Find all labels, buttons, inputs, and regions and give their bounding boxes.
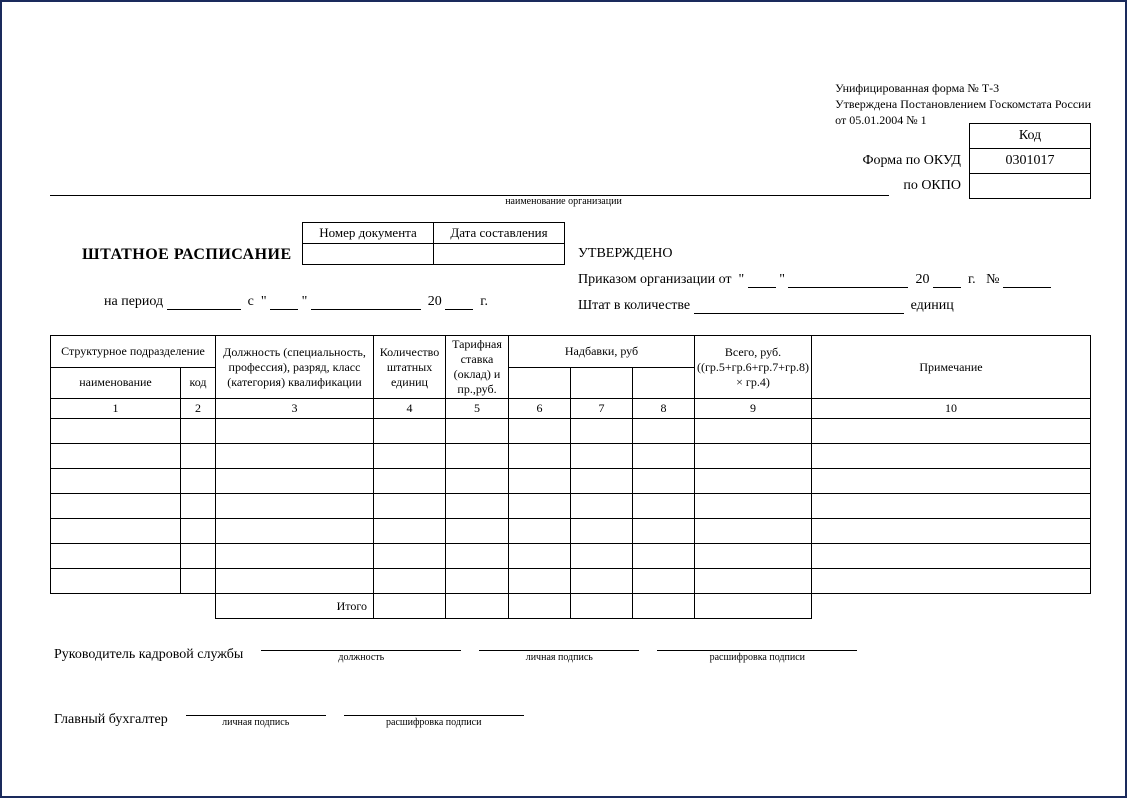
col-allowances: Надбавки, руб xyxy=(509,336,695,368)
okud-value: 0301017 xyxy=(970,149,1091,174)
order-day[interactable] xyxy=(748,272,776,288)
period-year-prefix: 20 xyxy=(428,294,442,309)
order-prefix: Приказом организации от xyxy=(578,272,732,287)
chief-acc-label: Главный бухгалтер xyxy=(54,712,168,728)
period-value[interactable] xyxy=(167,294,241,310)
doc-num-value[interactable] xyxy=(303,244,434,265)
period-year[interactable] xyxy=(445,294,473,310)
q-open: " xyxy=(261,294,267,309)
table-total-row: Итого xyxy=(51,594,1091,619)
order-no[interactable] xyxy=(1003,272,1051,288)
doc-num-header: Номер документа xyxy=(303,223,434,244)
col-rate: Тарифная ставка (оклад) и пр.,руб. xyxy=(446,336,509,399)
table-row[interactable] xyxy=(51,444,1091,469)
main-table: Структурное подразделение Должность (спе… xyxy=(50,335,1091,619)
col-note: Примечание xyxy=(811,336,1090,399)
staff-qty[interactable] xyxy=(694,298,904,314)
order-year[interactable] xyxy=(933,272,961,288)
order-no-label: № xyxy=(986,272,999,287)
doc-date-value[interactable] xyxy=(434,244,565,265)
okud-okpo-block: Код Форма по ОКУД 0301017 по ОКПО xyxy=(854,123,1091,199)
col-total: Всего, руб. ((гр.5+гр.6+гр.7+гр.8) × гр.… xyxy=(695,336,812,399)
approved-word: УТВЕРЖДЕНО xyxy=(578,246,1051,262)
signature-block: Руководитель кадровой службы должность л… xyxy=(54,634,1074,764)
organization-caption: наименование организации xyxy=(2,196,1125,207)
period-line: на период с " " 20 г. xyxy=(104,294,488,310)
document-title: ШТАТНОЕ РАСПИСАНИЕ xyxy=(82,246,292,264)
cap-signature2: личная подпись xyxy=(222,717,289,728)
okud-label: Форма по ОКУД xyxy=(854,149,969,174)
cap-position: должность xyxy=(338,652,384,663)
column-number-row: 1 2 3 4 5 6 7 8 9 10 xyxy=(51,399,1091,419)
order-month[interactable] xyxy=(788,272,908,288)
hr-head-sign-row: Руководитель кадровой службы должность л… xyxy=(54,634,1074,663)
table-row[interactable] xyxy=(51,544,1091,569)
col-allow2 xyxy=(571,367,633,399)
period-s: с xyxy=(248,294,254,309)
chief-acc-signature[interactable] xyxy=(186,699,326,716)
q-close: " xyxy=(302,294,308,309)
col-name: наименование xyxy=(51,367,181,399)
table-row[interactable] xyxy=(51,419,1091,444)
table-row[interactable] xyxy=(51,494,1091,519)
hr-head-decipher[interactable] xyxy=(657,634,857,651)
doc-date-header: Дата составления xyxy=(434,223,565,244)
col-allow1 xyxy=(509,367,571,399)
period-prefix: на период xyxy=(104,294,163,309)
hr-head-signature[interactable] xyxy=(479,634,639,651)
form-line1: Унифицированная форма № Т-3 xyxy=(835,80,1091,96)
col-allow3 xyxy=(633,367,695,399)
cap-signature: личная подпись xyxy=(526,652,593,663)
approved-block: УТВЕРЖДЕНО Приказом организации от " " 2… xyxy=(578,246,1051,314)
table-row[interactable] xyxy=(51,469,1091,494)
period-month[interactable] xyxy=(311,294,421,310)
col-qty: Количество штатных единиц xyxy=(374,336,446,399)
total-label: Итого xyxy=(216,594,374,619)
doc-number-date-box: Номер документа Дата составления xyxy=(302,222,565,265)
staff-units: единиц xyxy=(911,298,954,313)
col-position: Должность (специальность, профессия), ра… xyxy=(216,336,374,399)
table-row[interactable] xyxy=(51,569,1091,594)
period-year-suffix: г. xyxy=(480,294,488,309)
form-reference: Унифицированная форма № Т-3 Утверждена П… xyxy=(835,80,1091,129)
cap-decipher: расшифровка подписи xyxy=(710,652,805,663)
chief-acc-sign-row: Главный бухгалтер личная подпись расшифр… xyxy=(54,699,1074,728)
col-structural-unit: Структурное подразделение xyxy=(51,336,216,368)
staff-prefix: Штат в количестве xyxy=(578,298,690,313)
okpo-value[interactable] xyxy=(970,174,1091,199)
cap-decipher2: расшифровка подписи xyxy=(386,717,481,728)
form-line2: Утверждена Постановлением Госкомстата Ро… xyxy=(835,96,1091,112)
main-table-wrap: Структурное подразделение Должность (спе… xyxy=(50,335,1091,619)
kod-header: Код xyxy=(970,124,1091,149)
hr-head-label: Руководитель кадровой службы xyxy=(54,647,243,663)
chief-acc-decipher[interactable] xyxy=(344,699,524,716)
col-code: код xyxy=(181,367,216,399)
table-row[interactable] xyxy=(51,519,1091,544)
form-page: Унифицированная форма № Т-3 Утверждена П… xyxy=(0,0,1127,798)
hr-head-position[interactable] xyxy=(261,634,461,651)
organization-line[interactable] xyxy=(50,177,889,196)
period-day[interactable] xyxy=(270,294,298,310)
